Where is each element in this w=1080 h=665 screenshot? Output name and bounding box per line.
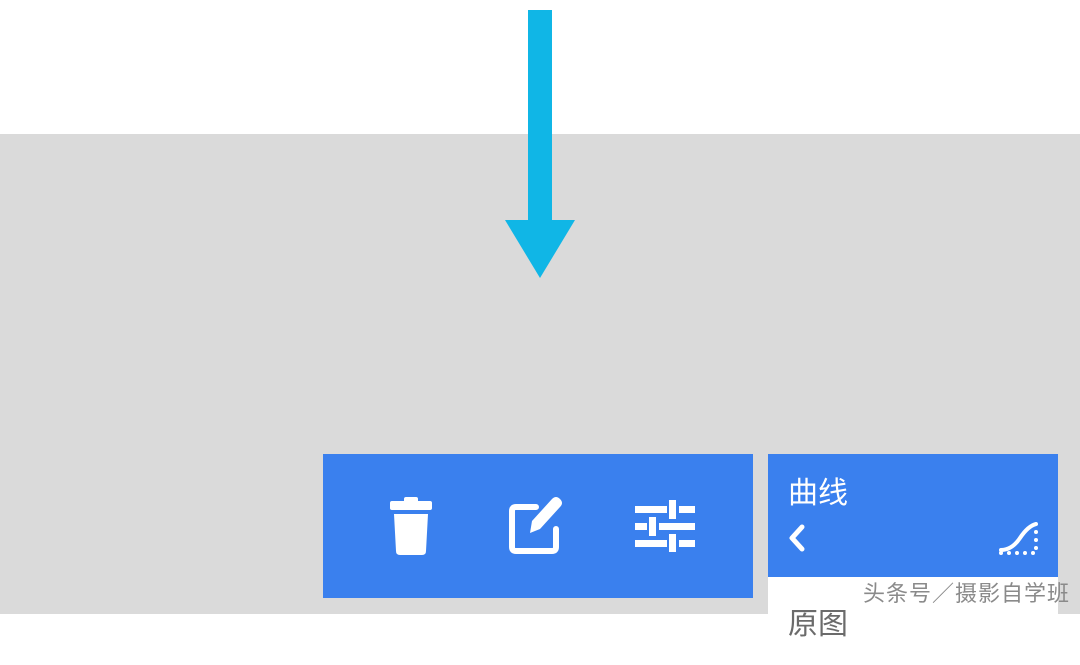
pointer-arrow (505, 10, 575, 278)
right-panel: 曲线 (768, 454, 1058, 665)
curves-nav (788, 520, 1038, 567)
tune-button[interactable] (635, 496, 695, 556)
curves-title: 曲线 (788, 468, 1038, 512)
edit-button[interactable] (508, 496, 568, 556)
toolbar (323, 454, 753, 598)
trash-icon (386, 497, 436, 555)
edit-brush-icon (508, 497, 568, 555)
curve-graph-button[interactable] (998, 520, 1038, 561)
back-button[interactable] (788, 524, 806, 557)
original-label: 原图 (788, 608, 848, 641)
chevron-left-icon (788, 524, 806, 552)
delete-button[interactable] (381, 496, 441, 556)
watermark: 头条号／摄影自学班 (863, 576, 1070, 608)
curves-header: 曲线 (768, 454, 1058, 577)
curve-graph-icon (998, 520, 1038, 556)
tune-icon (635, 500, 695, 552)
